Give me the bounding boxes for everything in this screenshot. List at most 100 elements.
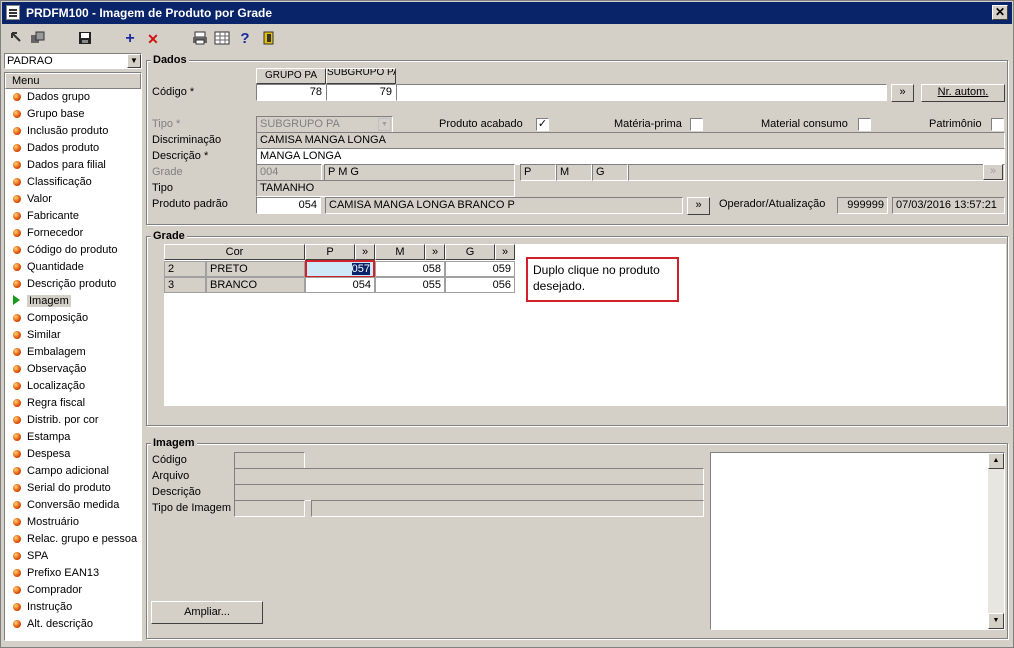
materia-prima-checkbox[interactable] bbox=[690, 118, 703, 131]
grade-cell[interactable]: 059 bbox=[445, 261, 515, 277]
col-p-expand[interactable]: » bbox=[355, 244, 375, 260]
produto-padrao-label: Produto padrão bbox=[152, 198, 228, 210]
sidebar-item[interactable]: Observação bbox=[5, 361, 141, 378]
sidebar-item[interactable]: Comprador bbox=[5, 582, 141, 599]
close-button[interactable]: ✕ bbox=[992, 5, 1008, 20]
sidebar-item[interactable]: Instrução bbox=[5, 599, 141, 616]
grade-cell[interactable]: 054 bbox=[305, 277, 375, 293]
sidebar-item[interactable]: Conversão medida bbox=[5, 497, 141, 514]
grade-code-field[interactable]: 004 bbox=[256, 164, 322, 181]
bullet-icon bbox=[13, 620, 21, 628]
produto-padrao-expand-button[interactable]: » bbox=[687, 197, 710, 215]
sidebar-item[interactable]: Fornecedor bbox=[5, 225, 141, 242]
sidebar-item-label: Descrição produto bbox=[27, 278, 117, 290]
col-g-expand[interactable]: » bbox=[495, 244, 515, 260]
col-p[interactable]: P bbox=[305, 244, 355, 260]
sidebar-item[interactable]: Prefixo EAN13 bbox=[5, 565, 141, 582]
grade-cell[interactable]: 058 bbox=[375, 261, 445, 277]
sidebar-item[interactable]: Fabricante bbox=[5, 208, 141, 225]
grid-icon[interactable] bbox=[213, 31, 231, 47]
sidebar-item[interactable]: Dados grupo bbox=[5, 89, 141, 106]
sidebar-item[interactable]: Estampa bbox=[5, 429, 141, 446]
col-g[interactable]: G bbox=[445, 244, 495, 260]
sidebar-item[interactable]: Quantidade bbox=[5, 259, 141, 276]
nr-autom-button[interactable]: Nr. autom. bbox=[921, 84, 1005, 102]
grade-expand-button[interactable]: » bbox=[983, 164, 1003, 180]
sidebar-item-label: Conversão medida bbox=[27, 499, 120, 511]
scroll-down-icon[interactable]: ▼ bbox=[988, 613, 1004, 629]
sidebar-item[interactable]: Dados produto bbox=[5, 140, 141, 157]
codigo-extra-field[interactable] bbox=[396, 84, 887, 101]
subgrupo-pa-field[interactable]: 79 bbox=[326, 84, 396, 101]
sidebar-item-label: Imagem bbox=[27, 295, 71, 307]
sidebar-item[interactable]: Código do produto bbox=[5, 242, 141, 259]
sidebar-item[interactable]: Distrib. por cor bbox=[5, 412, 141, 429]
descricao-field[interactable]: MANGA LONGA bbox=[256, 148, 1005, 165]
bullet-icon bbox=[13, 246, 21, 254]
chevron-down-icon[interactable]: ▼ bbox=[378, 118, 391, 131]
bullet-icon bbox=[13, 501, 21, 509]
sidebar-item[interactable]: Campo adicional bbox=[5, 463, 141, 480]
grade-cell[interactable]: 056 bbox=[445, 277, 515, 293]
scroll-up-icon[interactable]: ▲ bbox=[988, 453, 1004, 469]
sidebar-item[interactable]: Localização bbox=[5, 378, 141, 395]
patrimonio-label: Patrimônio bbox=[929, 118, 982, 130]
copy-icon[interactable] bbox=[29, 31, 47, 47]
image-preview: ▲ ▼ bbox=[710, 452, 1005, 630]
sidebar-item[interactable]: Grupo base bbox=[5, 106, 141, 123]
delete-icon[interactable]: ✕ bbox=[144, 31, 162, 47]
ampliar-button[interactable]: Ampliar... bbox=[151, 601, 263, 624]
tipo2-field[interactable]: TAMANHO bbox=[256, 180, 515, 197]
patrimonio-checkbox[interactable] bbox=[991, 118, 1004, 131]
sidebar-item[interactable]: Descrição produto bbox=[5, 276, 141, 293]
profile-combo[interactable]: PADRAO ▼ bbox=[4, 53, 142, 69]
produto-acabado-checkbox[interactable]: ✓ bbox=[536, 118, 549, 131]
print-icon[interactable] bbox=[191, 31, 209, 47]
tipo-select[interactable]: SUBGRUPO PA ▼ bbox=[256, 116, 393, 133]
chevron-down-icon[interactable]: ▼ bbox=[127, 54, 141, 68]
produto-padrao-desc-field[interactable]: CAMISA MANGA LONGA BRANCO P bbox=[325, 197, 683, 214]
expand-codigo-button[interactable]: » bbox=[891, 84, 914, 102]
col-m-expand[interactable]: » bbox=[425, 244, 445, 260]
sidebar-item[interactable]: Despesa bbox=[5, 446, 141, 463]
grade-cell[interactable]: 055 bbox=[375, 277, 445, 293]
operador-label: Operador/Atualização bbox=[719, 198, 826, 210]
imagem-arquivo-field bbox=[234, 468, 704, 485]
sidebar-item[interactable]: Classificação bbox=[5, 174, 141, 191]
grupo-pa-field[interactable]: 78 bbox=[256, 84, 326, 101]
bullet-icon bbox=[13, 263, 21, 271]
imagem-codigo-label: Código bbox=[152, 454, 187, 466]
grade-size-g: G bbox=[592, 164, 628, 181]
sidebar-item[interactable]: Valor bbox=[5, 191, 141, 208]
add-icon[interactable]: + bbox=[121, 31, 139, 47]
produto-padrao-code-field[interactable]: 054 bbox=[256, 197, 321, 214]
row-cor: PRETO bbox=[206, 261, 305, 277]
discriminacao-field[interactable]: CAMISA MANGA LONGA bbox=[256, 132, 1005, 149]
sidebar-item-label: Despesa bbox=[27, 448, 71, 460]
sidebar-item[interactable]: Inclusão produto bbox=[5, 123, 141, 140]
bullet-icon bbox=[13, 280, 21, 288]
col-m[interactable]: M bbox=[375, 244, 425, 260]
grade-cell-selected[interactable]: 057 bbox=[305, 260, 375, 278]
image-scrollbar[interactable]: ▲ ▼ bbox=[988, 453, 1004, 629]
sidebar-item[interactable]: Dados para filial bbox=[5, 157, 141, 174]
bullet-icon bbox=[13, 569, 21, 577]
sidebar-item[interactable]: Embalagem bbox=[5, 344, 141, 361]
sidebar-item[interactable]: Regra fiscal bbox=[5, 395, 141, 412]
exit-icon[interactable] bbox=[260, 31, 278, 47]
sidebar-item[interactable]: SPA bbox=[5, 548, 141, 565]
material-consumo-checkbox[interactable] bbox=[858, 118, 871, 131]
sidebar-item[interactable]: Mostruário bbox=[5, 514, 141, 531]
back-icon[interactable] bbox=[8, 31, 26, 47]
sidebar-item[interactable]: Similar bbox=[5, 327, 141, 344]
sidebar-item[interactable]: Relac. grupo e pessoa bbox=[5, 531, 141, 548]
save-icon[interactable] bbox=[76, 31, 94, 47]
sidebar-item[interactable]: Composição bbox=[5, 310, 141, 327]
bullet-icon bbox=[13, 144, 21, 152]
sidebar-item[interactable]: Alt. descrição bbox=[5, 616, 141, 633]
grade-desc-field[interactable]: P M G bbox=[324, 164, 515, 181]
profile-combo-value: PADRAO bbox=[7, 55, 53, 67]
help-icon[interactable]: ? bbox=[236, 31, 254, 47]
sidebar-item[interactable]: Serial do produto bbox=[5, 480, 141, 497]
sidebar-item[interactable]: Imagem bbox=[5, 293, 141, 310]
